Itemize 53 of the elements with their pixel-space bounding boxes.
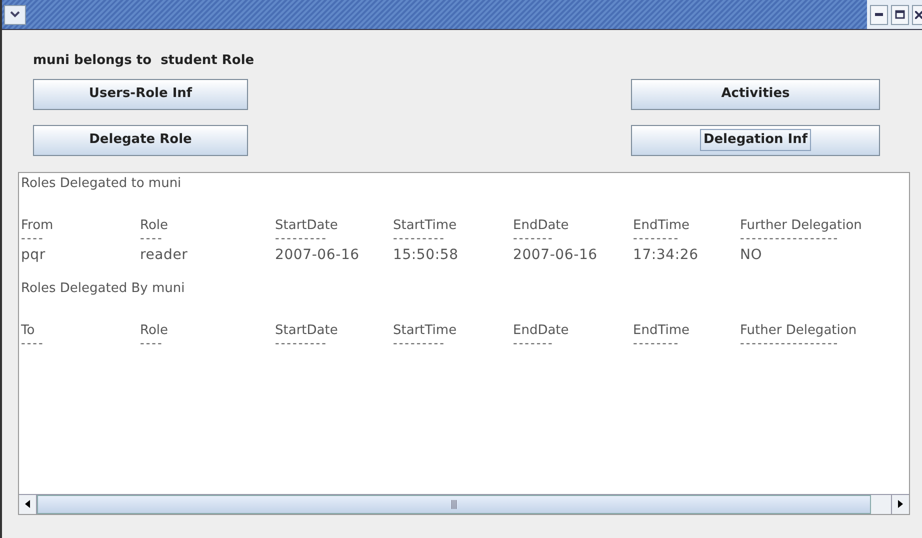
close-icon (915, 10, 922, 18)
column-header: StartTime (393, 218, 458, 232)
maximize-icon (895, 10, 905, 19)
table-cell-text: 15:50:58 (393, 246, 460, 264)
action-button[interactable]: Users-Role Inf (33, 78, 248, 110)
maximize-button[interactable] (891, 4, 909, 24)
header-underline: ---- (140, 232, 164, 246)
table-cell-text: 17:34:26 (633, 246, 700, 264)
header-underline: -------- (633, 338, 681, 350)
section-title: Roles Delegated By muni (21, 280, 186, 298)
column-header: From (21, 218, 54, 232)
column-header: Futher Delegation (740, 322, 858, 338)
header-underline: ---- (21, 338, 46, 350)
column-header: To (21, 322, 36, 338)
window-menu-button[interactable] (4, 4, 26, 24)
action-button[interactable]: Delegation Inf (631, 124, 880, 156)
minimize-icon (875, 13, 883, 16)
column-header: Role (140, 218, 170, 232)
left-arrow-icon (25, 500, 30, 508)
column-header: EndDate (513, 322, 570, 338)
column-header: Role (140, 322, 170, 338)
action-button[interactable]: Activities (631, 78, 880, 110)
grip-icon (451, 500, 457, 508)
header-underline: ----------------- (740, 338, 840, 350)
close-button[interactable] (912, 4, 922, 24)
header-underline: --------- (393, 338, 446, 350)
column-header: EndTime (633, 322, 691, 338)
table-cell-text: 2007-06-16 (275, 246, 360, 264)
status-label: muni belongs to student Role (33, 53, 254, 68)
column-header: EndDate (513, 218, 570, 232)
right-arrow-icon (898, 500, 903, 508)
column-header: Further Delegation (740, 218, 863, 232)
header-underline: --------- (393, 232, 446, 246)
column-header: StartTime (393, 322, 458, 338)
header-underline: -------- (633, 232, 681, 246)
table-cell-text: NO (740, 246, 764, 264)
column-header: StartDate (275, 322, 339, 338)
header-underline: --------- (275, 232, 328, 246)
header-underline: ------- (513, 338, 555, 350)
header-underline: ------- (513, 232, 555, 246)
chevron-down-icon (10, 11, 20, 18)
section-title: Roles Delegated to muni (21, 174, 182, 192)
table-cell-text: pqr (21, 246, 46, 264)
header-underline: ----------------- (740, 232, 840, 246)
action-button[interactable]: Delegate Role (33, 124, 248, 156)
header-underline: ---- (21, 232, 46, 246)
header-underline: ---- (140, 338, 164, 350)
column-header: StartDate (275, 218, 339, 232)
column-header: EndTime (633, 218, 691, 232)
header-underline: --------- (275, 338, 328, 350)
minimize-button[interactable] (870, 4, 888, 24)
table-cell-text: reader (140, 246, 189, 264)
table-cell-text: 2007-06-16 (513, 246, 598, 264)
